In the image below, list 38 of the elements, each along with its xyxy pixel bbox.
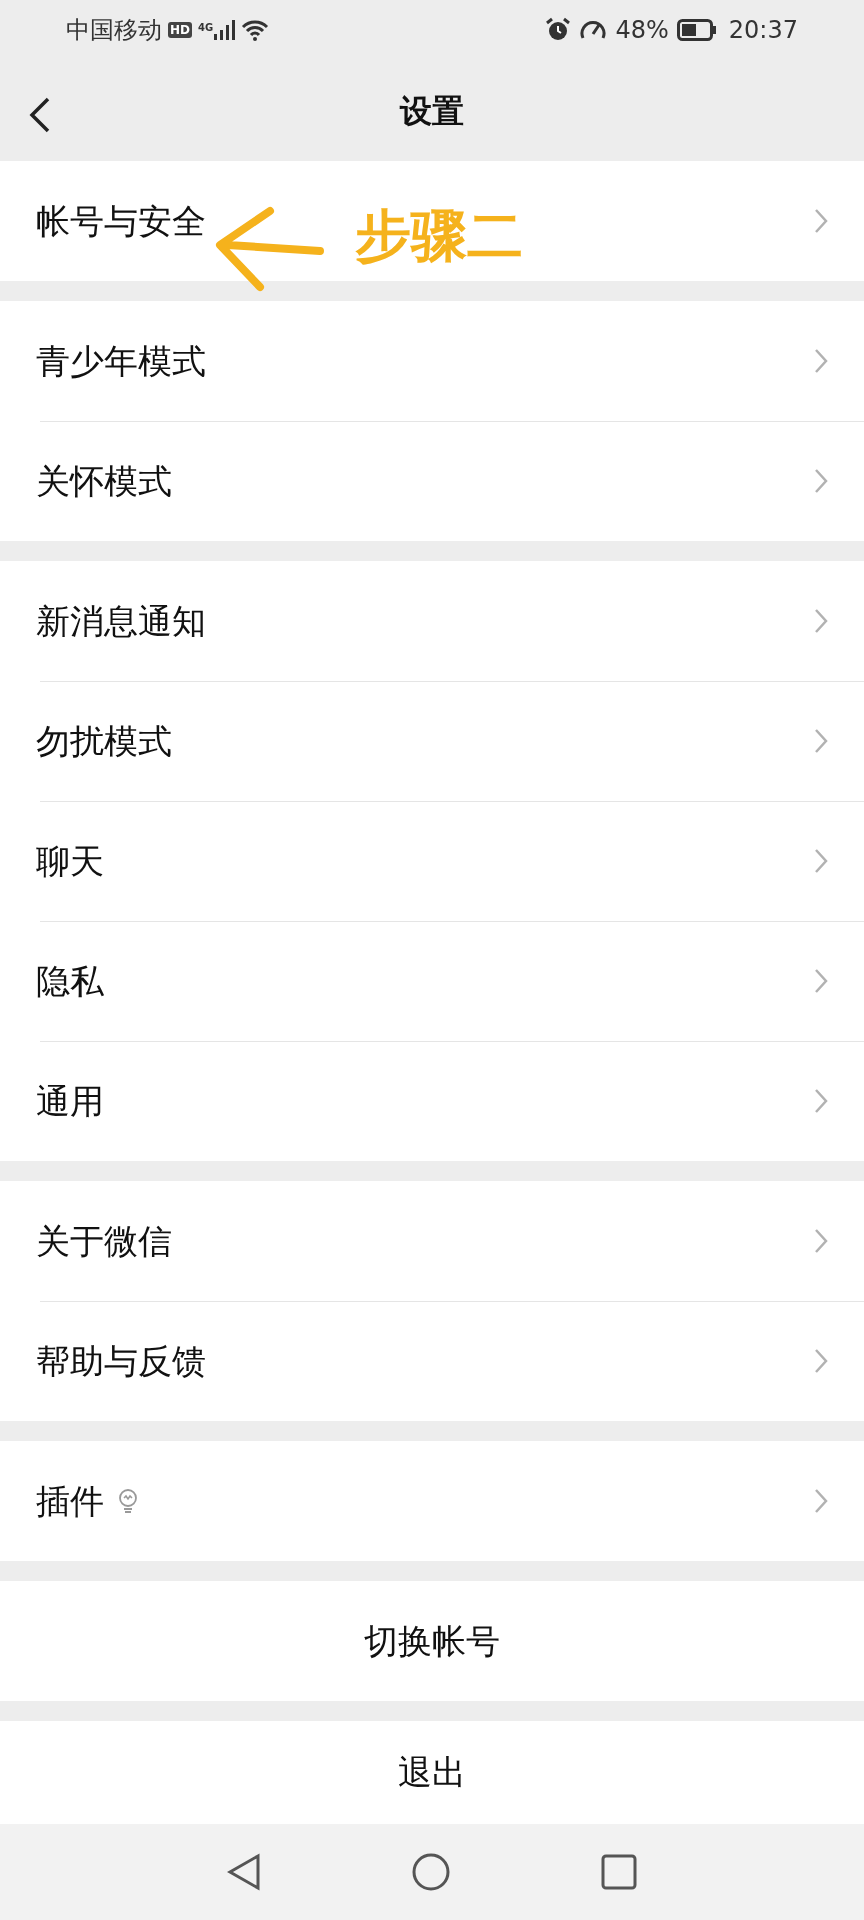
settings-item-label[interactable]: 帐号与安全 — [36, 195, 206, 247]
action-button[interactable]: 切换帐号 — [0, 1581, 864, 1702]
settings-item-label[interactable]: 隐私 — [36, 955, 104, 1007]
chevron-right-icon — [814, 208, 828, 235]
battery-icon — [676, 19, 717, 42]
annotation-text: 步骤二 — [355, 208, 523, 264]
home-nav-icon[interactable] — [411, 1852, 451, 1893]
wifi-icon — [241, 19, 270, 42]
signal-icon — [213, 20, 236, 41]
settings-item-label[interactable]: 青少年模式 — [36, 335, 206, 387]
chevron-right-icon — [814, 1348, 828, 1375]
settings-item-label[interactable]: 新消息通知 — [36, 595, 206, 647]
settings-item-label[interactable]: 勿扰模式 — [36, 715, 172, 767]
settings-item-label[interactable]: 关怀模式 — [36, 455, 172, 507]
settings-item-label[interactable]: 插件 — [36, 1475, 104, 1527]
hd-badge: HD — [168, 22, 192, 39]
chevron-right-icon — [814, 468, 828, 495]
settings-item-label[interactable]: 通用 — [36, 1075, 104, 1127]
battery-percent: 48% — [615, 15, 669, 47]
chevron-right-icon — [814, 608, 828, 635]
chevron-right-icon — [814, 968, 828, 995]
page-title: 设置 — [400, 91, 464, 133]
network-type: 4G — [198, 21, 214, 36]
action-button[interactable]: 退出 — [0, 1721, 864, 1825]
settings-item-label[interactable]: 聊天 — [36, 835, 104, 887]
chevron-right-icon — [814, 1088, 828, 1115]
chevron-right-icon — [814, 728, 828, 755]
clock-time: 20:37 — [728, 15, 798, 47]
chevron-right-icon — [814, 848, 828, 875]
chevron-right-icon — [814, 1228, 828, 1255]
recents-nav-icon[interactable] — [601, 1854, 637, 1891]
chevron-right-icon — [814, 348, 828, 375]
settings-item-label[interactable]: 帮助与反馈 — [36, 1335, 206, 1387]
carrier-name: 中国移动 — [66, 15, 162, 47]
lightbulb-icon — [118, 1488, 138, 1515]
chevron-right-icon — [814, 1488, 828, 1515]
settings-item-label[interactable]: 关于微信 — [36, 1215, 172, 1267]
back-nav-icon[interactable] — [227, 1853, 261, 1892]
